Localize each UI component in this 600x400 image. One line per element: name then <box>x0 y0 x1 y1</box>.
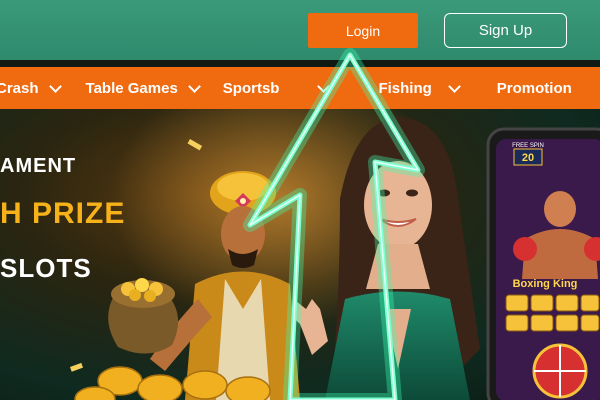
chevron-down-icon <box>317 79 331 93</box>
top-header: Login Sign Up <box>0 0 600 60</box>
banner-artwork: 20 FREE SPIN Boxing King <box>70 109 600 400</box>
nav-item-sportsbook[interactable]: Sportsb <box>222 79 331 97</box>
chevron-down-icon <box>187 79 201 93</box>
phone-slot-game: 20 FREE SPIN Boxing King <box>486 127 600 400</box>
nav-item-label: Fishing <box>378 79 432 97</box>
nav-item-crash[interactable]: Crash <box>0 79 62 97</box>
free-spin-label: FREE SPIN <box>512 143 544 149</box>
nav-item-label: Sportsb <box>222 79 280 97</box>
promo-banner[interactable]: AMENT H PRIZE SLOTS 20 FREE SPIN Boxing … <box>0 109 600 400</box>
chevron-down-icon <box>447 79 461 93</box>
nav-item-fishing[interactable]: Fishing <box>378 79 461 97</box>
nav-item-table-games[interactable]: Table Games <box>85 79 201 97</box>
gold-sack-icon <box>108 278 179 354</box>
main-nav: Crash Table Games Sportsb Fishing Promot… <box>0 67 600 109</box>
login-button[interactable]: Login <box>308 13 418 48</box>
signup-button[interactable]: Sign Up <box>444 13 567 48</box>
nav-item-promotion[interactable]: Promotion <box>497 80 572 97</box>
nav-item-label: Table Games <box>85 79 178 97</box>
nav-item-label: Crash <box>0 79 39 97</box>
nav-item-label: Promotion <box>496 79 572 97</box>
game-title: Boxing King <box>513 278 578 290</box>
game-badge: 20 <box>522 152 534 164</box>
chevron-down-icon <box>48 79 62 93</box>
